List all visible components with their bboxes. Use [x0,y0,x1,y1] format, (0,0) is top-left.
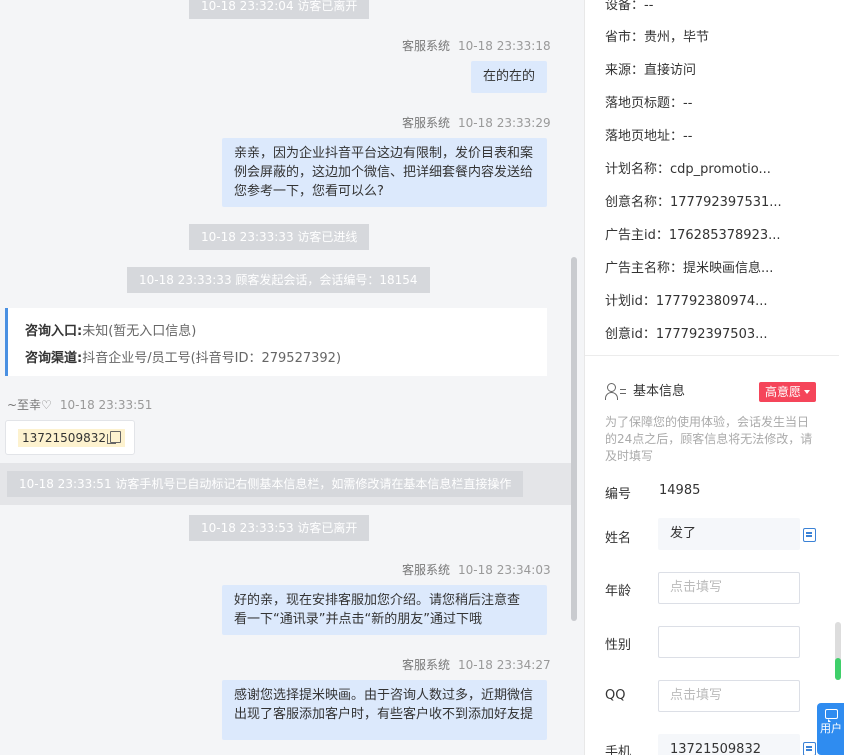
message-line: 亲亲，因为企业抖音平台这边有限制，发价目表和案 [234,146,534,161]
qq-field[interactable]: 点击填写 [658,680,800,712]
gender-label: 性别 [605,638,632,653]
phone-highlight[interactable]: 13721509832 [18,429,125,447]
intent-badge-label: 高意愿 [765,385,802,399]
consult-entry-value: 未知(暂无入口信息) [82,324,197,339]
message-time: 10-18 23:33:51 [59,398,153,412]
message-meta: 客服系统 10-18 23:34:27 [402,656,551,673]
advertiser-name-row: 广告主名称：提米映画信息... [605,261,774,276]
age-label: 年龄 [605,584,632,599]
agent-message-bubble: 好的亲，现在安排客服加您介绍。请您稍后注意查 看一下“通讯录”并点击“新的朋友”… [222,585,547,635]
message-time: 10-18 23:34:03 [458,563,551,577]
section-divider [585,355,839,356]
name-field[interactable]: 发了 [658,518,800,550]
float-button-label: 用户 [820,722,842,735]
message-line: 出现了客服添加客户时，有些客户收不到添加好友提 [234,707,534,722]
message-meta: 客服系统 10-18 23:33:29 [402,114,551,131]
edit-notice: 为了保障您的使用体验，会话发生当日的24点之后，顾客信息将无法修改，请及时填写 [605,415,813,463]
chat-bubble-icon [824,709,838,722]
message-time: 10-18 23:34:27 [458,658,551,672]
plan-id-row: 计划id：177792380974... [605,294,768,309]
consult-info-card: 咨询入口:未知(暂无入口信息) 咨询渠道:抖音企业号/员工号(抖音号ID：279… [5,308,547,376]
age-placeholder: 点击填写 [670,580,723,595]
panel-scroll-thumb[interactable] [835,658,841,680]
sender-name: 客服系统 [402,39,451,53]
agent-message-bubble: 在的在的 [471,61,547,93]
panel-scrollbar[interactable] [835,622,841,680]
system-message: 10-18 23:33:33 访客已进线 [189,224,370,250]
user-float-button[interactable]: 用户 [817,703,844,755]
advertiser-id-row: 广告主id：176285378923... [605,228,781,243]
system-message: 10-18 23:33:33 顾客发起会话，会话编号：18154 [127,267,430,293]
chat-scrollbar[interactable] [571,257,577,621]
consult-channel-row: 咨询渠道:抖音企业号/员工号(抖音号ID：279527392) [25,345,547,372]
message-line: 好的亲，现在安排客服加您介绍。请您稍后注意查 [234,593,521,608]
customer-info-panel: 设备：-- 省市：贵州，毕节 来源：直接访问 落地页标题：-- 落地页地址：--… [584,0,844,755]
landing-url-row: 落地页地址：-- [605,129,693,144]
message-line: 感谢您选择提米映画。由于咨询人数过多，近期微信 [234,688,534,703]
qq-label: QQ [605,688,626,703]
message-line: 看一下“通讯录”并点击“新的朋友”通过下哦 [234,612,482,627]
creative-id-row: 创意id：177792397503... [605,327,768,342]
phone-label: 手机 [605,745,632,755]
message-line: 您参考一下，您看可以么? [234,184,384,199]
copy-icon[interactable] [803,528,816,542]
user-info-icon [605,382,627,402]
system-message: 10-18 23:32:04 访客已离开 [189,0,370,19]
system-message: 10-18 23:33:51 访客手机号已自动标记右侧基本信息栏，如需修改请在基… [7,471,524,497]
sender-name: 客服系统 [402,658,451,672]
consult-channel-label: 咨询渠道: [25,351,83,366]
message-time: 10-18 23:33:18 [458,39,551,53]
copy-icon[interactable] [803,742,816,755]
message-line: 例会屏蔽的，这边加个微信、把详细套餐内容发送给 [234,165,534,180]
gender-field[interactable] [658,626,800,658]
sender-name: 客服系统 [402,116,451,130]
id-label: 编号 [605,487,632,502]
phone-field[interactable]: 13721509832 [658,734,800,755]
agent-message-bubble: 亲亲，因为企业抖音平台这边有限制，发价目表和案 例会屏蔽的，这边加个微信、把详细… [222,138,547,207]
visitor-name: ~至幸♡ [7,398,52,412]
agent-message-bubble: 感谢您选择提米映画。由于咨询人数过多，近期微信 出现了客服添加客户时，有些客户收… [222,680,547,740]
source-row: 来源：直接访问 [605,63,697,78]
message-meta: 客服系统 10-18 23:33:18 [402,37,551,54]
consult-entry-row: 咨询入口:未知(暂无入口信息) [25,318,547,345]
creative-name-row: 创意名称：177792397531... [605,195,782,210]
message-meta: 客服系统 10-18 23:34:03 [402,561,551,578]
intent-badge[interactable]: 高意愿 [759,382,817,402]
province-row: 省市：贵州，毕节 [605,30,710,45]
plan-name-row: 计划名称：cdp_promotio... [605,162,771,177]
phone-number: 13721509832 [22,431,106,445]
consult-channel-value: 抖音企业号/员工号(抖音号ID：279527392) [82,351,342,366]
device-row: 设备：-- [605,0,654,13]
consult-entry-label: 咨询入口: [25,324,83,339]
system-message: 10-18 23:33:53 访客已离开 [189,515,370,541]
name-label: 姓名 [605,531,632,546]
message-time: 10-18 23:33:29 [458,116,551,130]
visitor-message-bubble: 13721509832 [5,420,135,455]
copy-icon[interactable] [106,431,121,444]
age-field[interactable]: 点击填写 [658,572,800,604]
message-meta: ~至幸♡ 10-18 23:33:51 [7,396,152,413]
section-title-text: 基本信息 [633,384,686,399]
chat-pane: 10-18 23:32:04 访客已离开 客服系统 10-18 23:33:18 … [0,0,584,755]
system-notice-row: 10-18 23:33:51 访客手机号已自动标记右侧基本信息栏，如需修改请在基… [0,463,574,505]
basic-info-title: 基本信息 [605,380,685,404]
landing-title-row: 落地页标题：-- [605,96,693,111]
sender-name: 客服系统 [402,563,451,577]
qq-placeholder: 点击填写 [670,688,723,703]
caret-down-icon [804,390,811,394]
id-value: 14985 [659,483,701,498]
